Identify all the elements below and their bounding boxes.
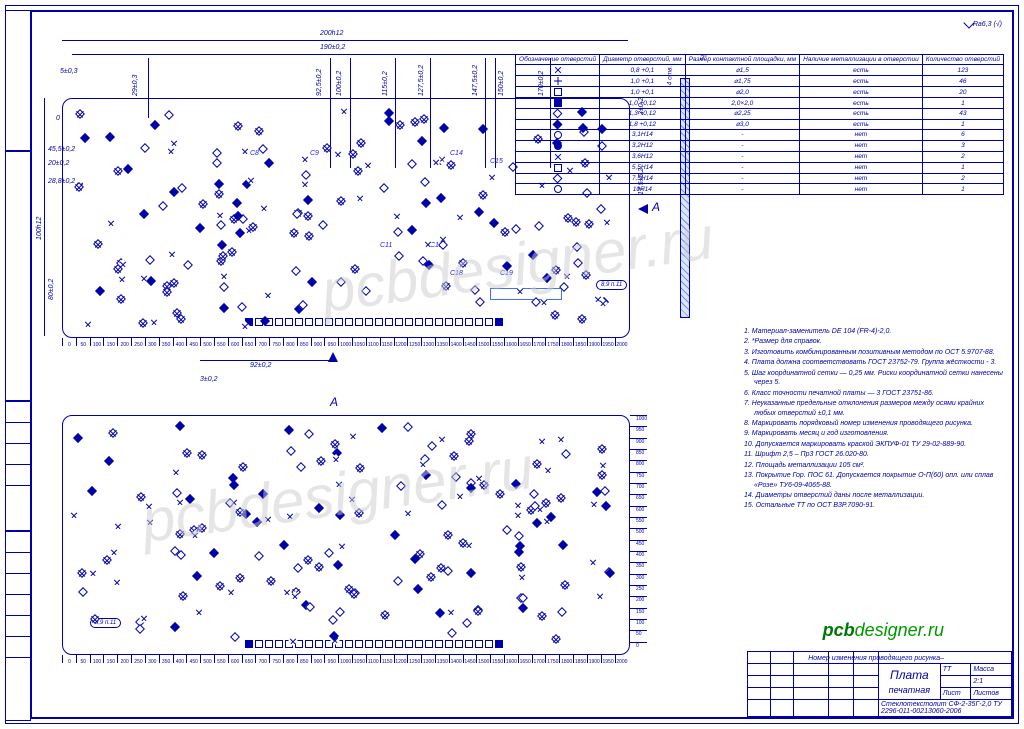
drill-header: Диаметр отверстий, мм xyxy=(600,55,686,65)
note-item: 15. Остальные ТТ по ОСТ В3Р.7090-91. xyxy=(744,501,1004,510)
dip-row-top xyxy=(245,318,503,326)
drill-row: 1,0 +0,1⌀2,0есть20 xyxy=(516,87,1004,98)
left-margin-box-1 xyxy=(5,10,31,152)
note-item: 9. Маркировать месяц и год изготовления. xyxy=(744,429,1004,438)
drill-row: 1,0 +0,122,0×2,0есть1 xyxy=(516,98,1004,109)
drill-row: 3,1H14-нет6 xyxy=(516,129,1004,140)
dim-200 xyxy=(62,40,628,41)
note-item: 1. Материал-заменитель DE 104 (FR-4)-2,0… xyxy=(744,327,1004,336)
section-letter-side: А xyxy=(652,200,660,214)
drill-mark xyxy=(479,480,489,490)
note-item: 10. Допускается маркировать краской ЭКПУ… xyxy=(744,440,1004,449)
note-item: 8. Маркировать порядковый номер изменени… xyxy=(744,419,1004,428)
dim-200-label: 200h12 xyxy=(320,30,343,37)
drill-mark xyxy=(419,114,429,124)
drill-row: 1,0 +0,1⌀1,75есть46 xyxy=(516,76,1004,87)
note-item: 3. Изготовить комбинированным позитивным… xyxy=(744,348,1004,357)
drill-row: 0,8 +0,1⌀1,5есть123 xyxy=(516,65,1004,76)
technical-notes: 1. Материал-заменитель DE 104 (FR-4)-2,0… xyxy=(704,327,1004,512)
drill-mark xyxy=(116,294,126,304)
drill-header: Наличие металлизации в отверстии xyxy=(800,55,923,65)
balloon-top: 8,9 п.11 xyxy=(596,280,627,290)
ruler-bot-y: 0501001502002503003504004505005506006507… xyxy=(630,415,647,653)
drill-row: 10H14-нет1 xyxy=(516,184,1004,195)
left-margin-box-4 xyxy=(5,530,31,721)
dim-5-label: 5±0,3 xyxy=(60,68,77,75)
section-arrow-up xyxy=(328,352,338,362)
note-item: 5. Шаг координатной сетки — 0,25 мм. Рис… xyxy=(744,369,1004,388)
surface-finish-symbol: Ra6,3 (√) xyxy=(965,18,1002,28)
drill-row: 7,5H14-нет2 xyxy=(516,173,1004,183)
note-item: 2. *Размер для справок. xyxy=(744,337,1004,346)
drill-mark xyxy=(597,470,607,480)
drill-header: Обозначение отверстий xyxy=(516,55,600,65)
drill-mark xyxy=(354,508,364,518)
drill-mark xyxy=(113,166,123,176)
drill-mark xyxy=(75,109,85,119)
drill-table: Обозначение отверстийДиаметр отверстий, … xyxy=(515,54,1004,195)
dip-row-bot xyxy=(245,640,503,648)
ruler-bot-x: 0501001502002503003504004505005506006507… xyxy=(62,655,628,663)
ruler-top-x: 0501001502002503003504004505005506006507… xyxy=(62,338,628,346)
note-item: 14. Диаметры отверстий даны после металл… xyxy=(744,491,1004,500)
drill-row: 3,6H12-нет2 xyxy=(516,151,1004,162)
dim-100 xyxy=(44,98,45,336)
note-item: 7. Неуказанные предельные отклонения раз… xyxy=(744,399,1004,418)
note-item: 4. Плата должна соответствовать ГОСТ 237… xyxy=(744,358,1004,367)
url-watermark: pcbdesigner.ru xyxy=(823,620,944,641)
note-item: 12. Площадь металлизации 105 см². xyxy=(744,461,1004,470)
lbl-29: 29±0,3 xyxy=(132,75,139,96)
left-margin-box-2 xyxy=(5,150,31,402)
dim-190-label: 190±0,2 xyxy=(320,44,345,51)
drill-mark xyxy=(380,610,390,620)
drill-header: Размер контактной площадки, мм xyxy=(685,55,800,65)
drill-mark xyxy=(314,562,324,572)
title-block: Платапечатная ТТМасса 2:1 ЛистЛистов Сте… xyxy=(747,651,1012,717)
witness-29 xyxy=(148,58,149,118)
note-item: 13. Покрытие Гор. ПОС 61. Допускается по… xyxy=(744,471,1004,490)
drill-row: 3,2H12-нет3 xyxy=(516,140,1004,151)
connector-outline xyxy=(490,288,562,300)
note-item: 11. Шрифт 2,5 – Пр3 ГОСТ 26.020-80. xyxy=(744,450,1004,459)
drill-mark xyxy=(102,555,112,565)
note-item: 6. Класс точности печатной платы — 3 ГОС… xyxy=(744,389,1004,398)
drill-row: 5,5H14-нет1 xyxy=(516,162,1004,173)
drill-row: 1,3 +0,12⌀2,25есть43 xyxy=(516,109,1004,119)
drill-row: 1,8 +0,12⌀3,0есть1 xyxy=(516,119,1004,129)
left-margin-box-3 xyxy=(5,400,31,532)
drill-header: Количество отверстий xyxy=(922,55,1003,65)
section-letter-bottom: А xyxy=(330,395,338,409)
